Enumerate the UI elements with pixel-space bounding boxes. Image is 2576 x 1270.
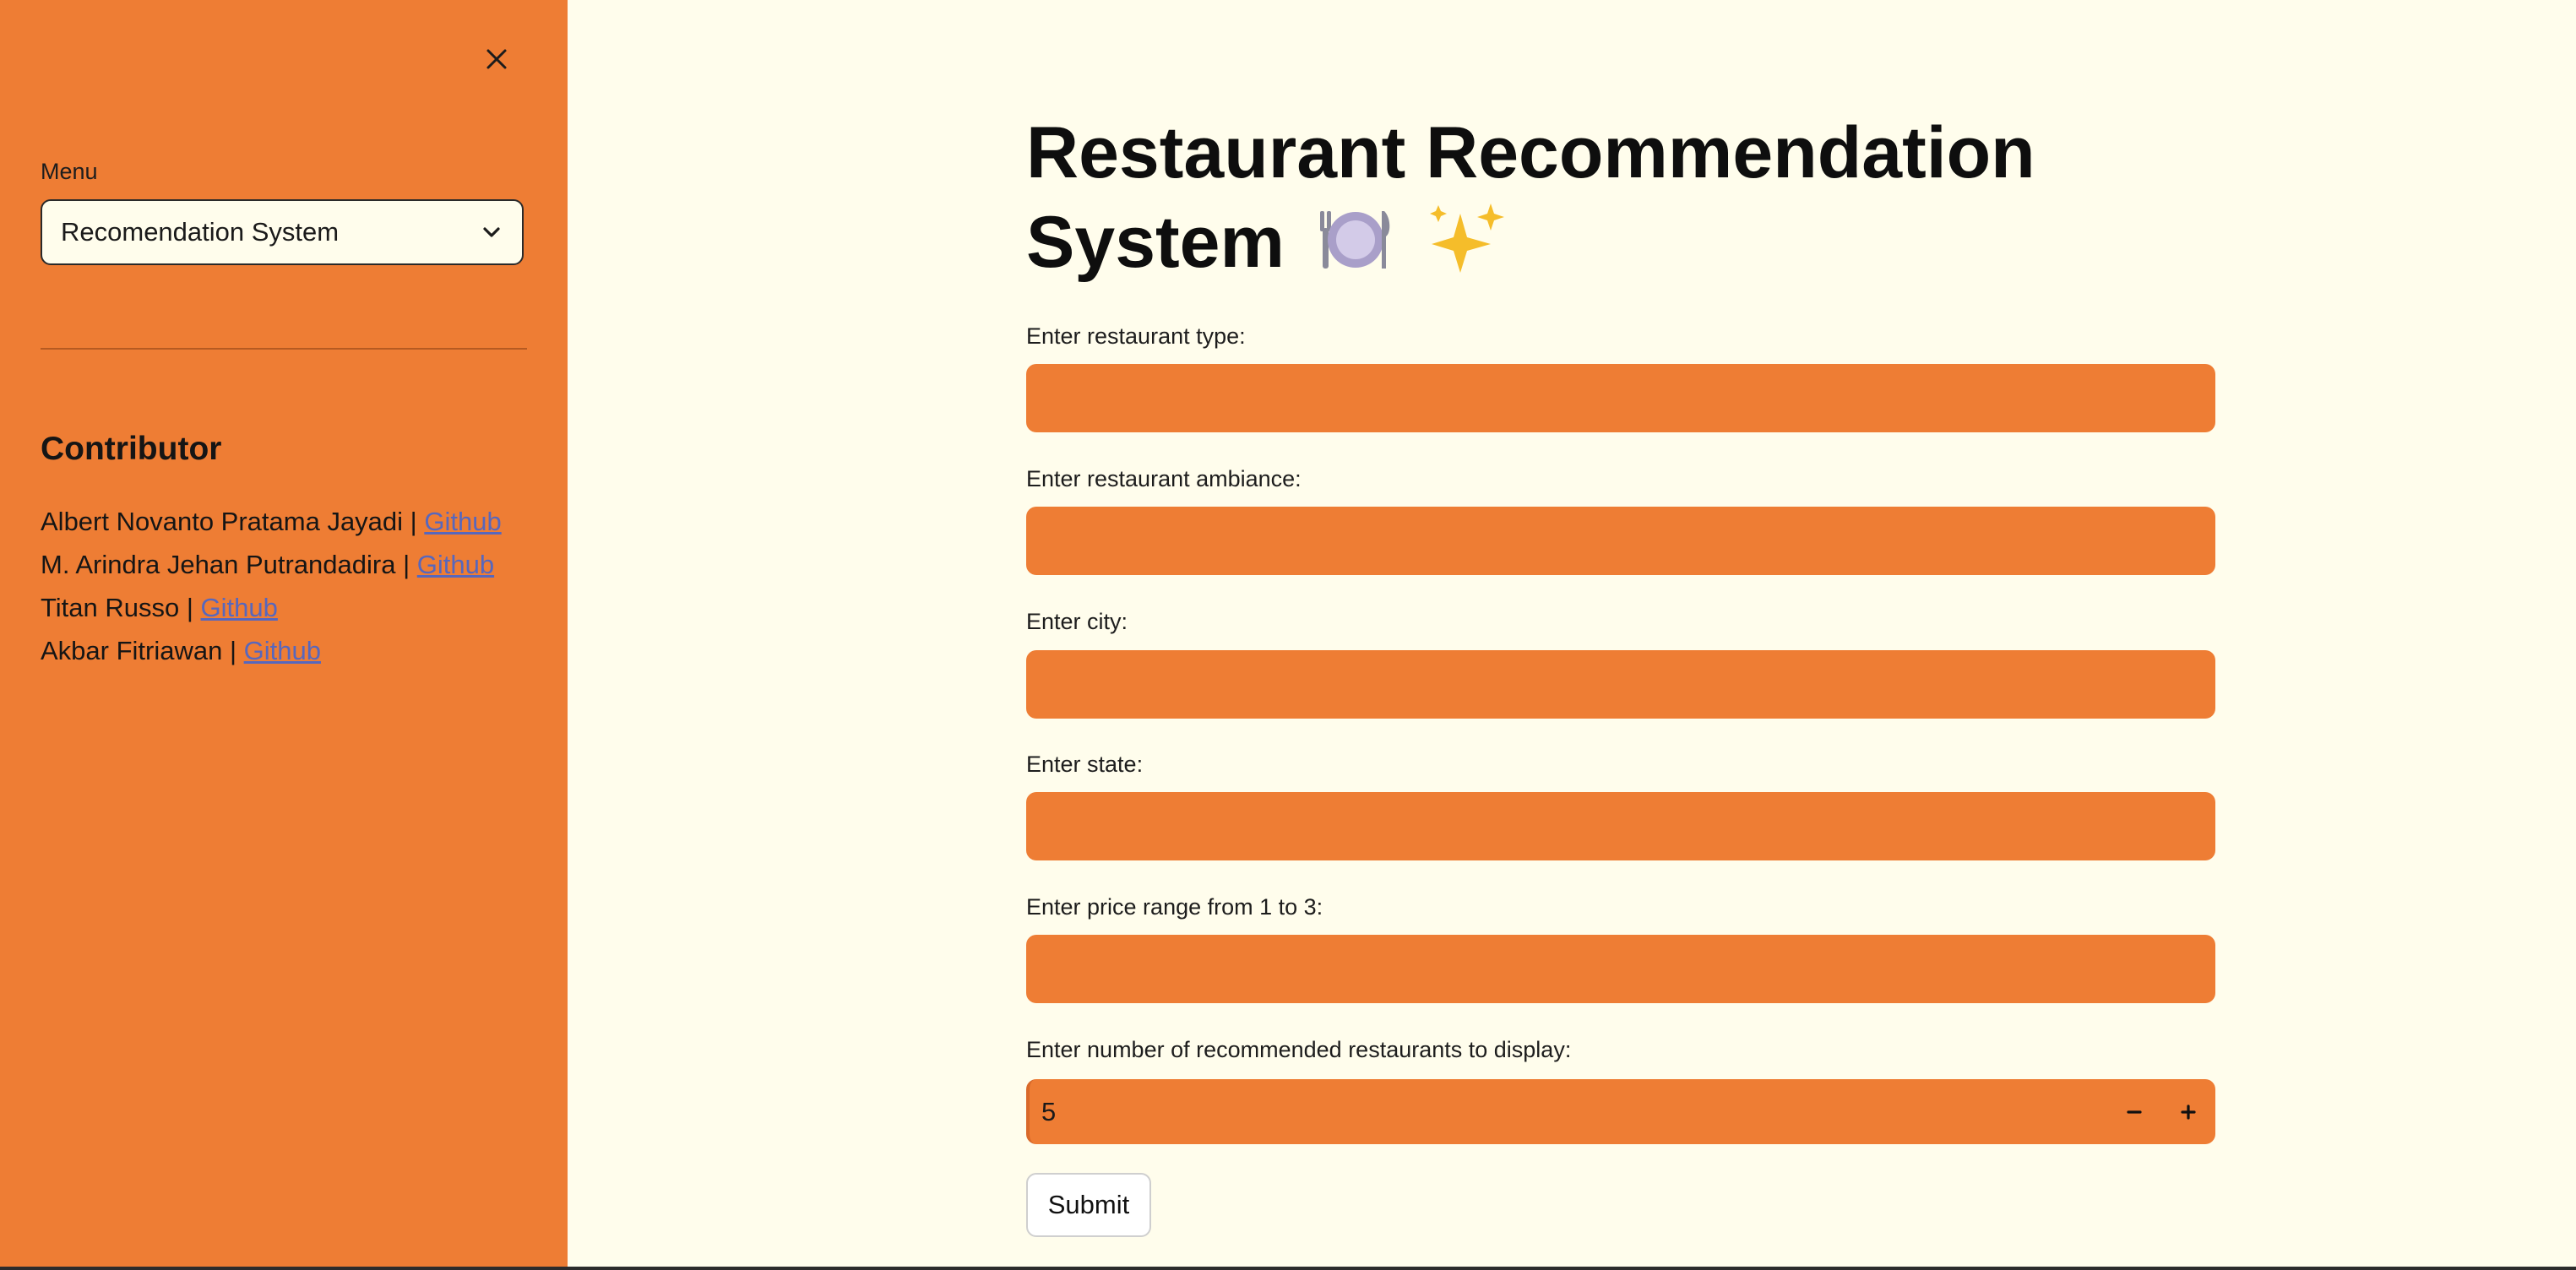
- contributor-name: Titan Russo |: [41, 593, 193, 622]
- restaurant-type-label: Enter restaurant type:: [1026, 323, 1246, 349]
- decrement-button[interactable]: [2107, 1079, 2161, 1144]
- contributor-item: Akbar Fitriawan | Github: [41, 629, 502, 672]
- increment-button[interactable]: [2161, 1079, 2215, 1144]
- plate-with-cutlery-icon: [1317, 203, 1394, 292]
- contributor-name: M. Arindra Jehan Putrandadira |: [41, 550, 410, 579]
- chevron-down-icon: [480, 220, 503, 244]
- state-label: Enter state:: [1026, 752, 1144, 777]
- contributor-heading: Contributor: [41, 431, 222, 467]
- page-title-text: Restaurant Recommendation System: [1026, 112, 2035, 283]
- bottom-border: [0, 1267, 2576, 1270]
- price-range-label: Enter price range from 1 to 3:: [1026, 894, 1323, 920]
- sparkles-icon: [1427, 202, 1508, 293]
- github-link[interactable]: Github: [244, 636, 321, 665]
- plus-icon: [2181, 1104, 2196, 1120]
- contributor-name: Albert Novanto Pratama Jayadi |: [41, 507, 417, 536]
- state-input[interactable]: [1026, 792, 2215, 860]
- contributor-item: Titan Russo | Github: [41, 586, 502, 629]
- close-sidebar-button[interactable]: [478, 41, 515, 78]
- menu-label: Menu: [41, 159, 98, 184]
- github-link[interactable]: Github: [201, 593, 278, 622]
- menu-select[interactable]: Recomendation System: [41, 199, 524, 265]
- contributor-item: M. Arindra Jehan Putrandadira | Github: [41, 543, 502, 586]
- restaurant-type-input[interactable]: [1026, 364, 2215, 432]
- contributor-name: Akbar Fitriawan |: [41, 636, 237, 665]
- restaurant-ambiance-input[interactable]: [1026, 507, 2215, 575]
- sidebar-divider: [41, 348, 527, 350]
- price-range-input[interactable]: [1026, 935, 2215, 1003]
- recommendation-count-label: Enter number of recommended restaurants …: [1026, 1037, 1572, 1062]
- contributor-list: Albert Novanto Pratama Jayadi | Github M…: [41, 500, 502, 672]
- city-label: Enter city:: [1026, 609, 1128, 634]
- page-title: Restaurant Recommendation System: [1026, 108, 2209, 293]
- submit-button[interactable]: Submit: [1026, 1173, 1151, 1237]
- recommendation-count-stepper: 5: [1026, 1079, 2215, 1144]
- menu-selected-value: Recomendation System: [61, 217, 340, 247]
- recommendation-count-input[interactable]: 5: [1030, 1097, 2107, 1127]
- close-icon: [486, 49, 507, 69]
- restaurant-ambiance-label: Enter restaurant ambiance:: [1026, 466, 1302, 491]
- city-input[interactable]: [1026, 650, 2215, 719]
- contributor-item: Albert Novanto Pratama Jayadi | Github: [41, 500, 502, 543]
- sidebar: Menu Recomendation System Contributor Al…: [0, 0, 568, 1267]
- minus-icon: [2127, 1110, 2142, 1114]
- github-link[interactable]: Github: [424, 507, 501, 536]
- github-link[interactable]: Github: [417, 550, 494, 579]
